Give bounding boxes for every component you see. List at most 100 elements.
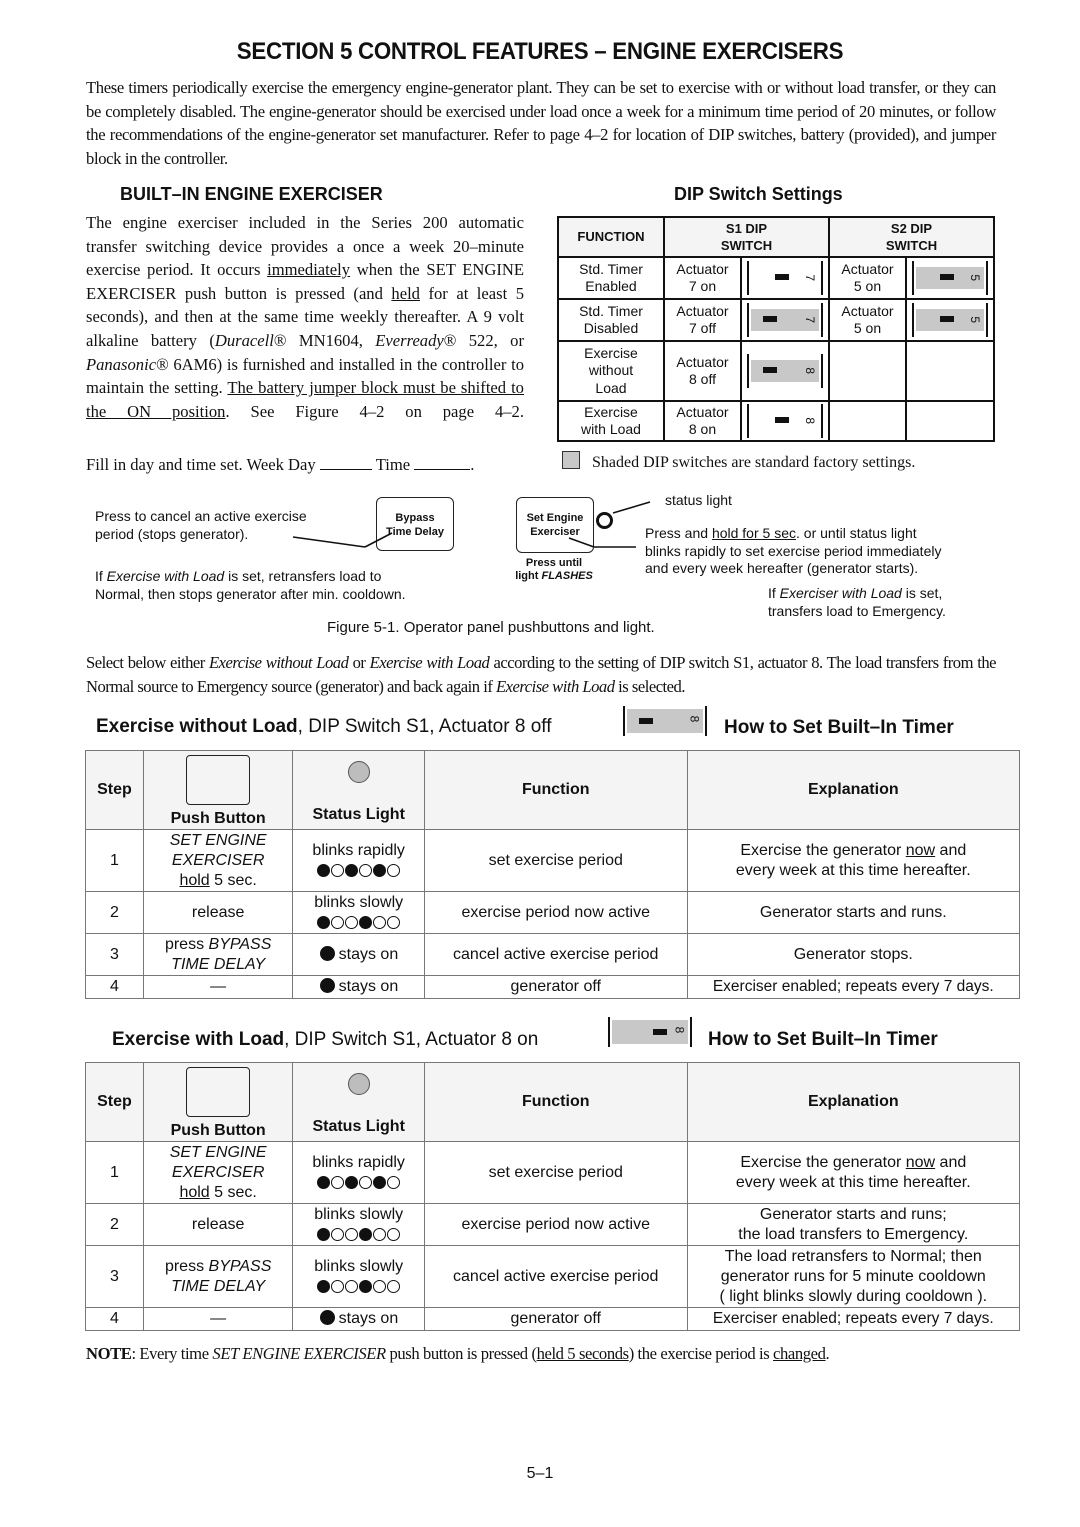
status-leader-line [612, 501, 651, 514]
s1-switch-cell: 8 [740, 340, 830, 402]
explanation-text: The load retransfers to Normal; then gene… [686, 1245, 1021, 1308]
function-text: generator off [423, 1307, 688, 1331]
set-engine-exerciser-button[interactable]: Set Engine Exerciser [516, 497, 594, 553]
explanation-text: Generator stops. [686, 933, 1021, 976]
step-row: 4 — stays on generator off Exerciser ena… [85, 975, 1021, 999]
dip-row: Std. Timer Enabled Actuator 7 on 7 Actuator 5 … [557, 256, 995, 300]
s1-switch-cell: 7 [740, 256, 830, 300]
dip-legend: Shaded DIP switches are standard factory… [562, 451, 915, 472]
status-light-label: status light [665, 492, 732, 508]
dip-knob [940, 316, 954, 322]
without-load-heading: Exercise without Load, DIP Switch S1, Ac… [96, 716, 552, 737]
shaded-swatch-icon [562, 451, 580, 469]
dip-switch-table: FUNCTION S1 DIP SWITCH S2 DIP SWITCH Std. … [557, 216, 995, 442]
s1-actuator-label: Actuator 7 on [663, 256, 742, 300]
inline-dip-switch-8-off: 8 [623, 706, 707, 736]
col-push-button: Push Button [142, 750, 294, 830]
dip-switch-icon: 5 [912, 303, 988, 337]
dip-switch-icon: 7 [747, 303, 823, 337]
with-load-steps-table: Step Push Button Status Light Function E… [85, 1062, 1021, 1331]
status-light-state: blinks slowly [292, 1245, 425, 1308]
builtin-heading: BUILT–IN ENGINE EXERCISER [120, 184, 383, 204]
dip-switch-icon: 5 [912, 261, 988, 295]
solid-light-icon [319, 945, 335, 961]
push-button-action: press BYPASS TIME DELAY [142, 1245, 294, 1308]
push-button-action: SET ENGINE EXERCISER hold 5 sec. [142, 1141, 294, 1204]
push-button-action: release [142, 891, 294, 934]
col-explanation: Explanation [686, 1062, 1021, 1142]
dip-row: Exercise without Load Actuator 8 off 8 [557, 340, 995, 402]
actuator-number: 7 [803, 274, 818, 282]
dip-knob [940, 274, 954, 280]
function-text: set exercise period [423, 829, 688, 892]
push-button-action: — [142, 1307, 294, 1331]
actuator-number: 8 [803, 417, 818, 425]
s2-switch-cell: 5 [905, 256, 995, 300]
col-function: Function [423, 750, 688, 830]
dip-col-s2: S2 DIP SWITCH [828, 216, 995, 258]
step-number: 4 [85, 1307, 144, 1331]
inline-dip-switch-8-on: 8 [608, 1017, 692, 1047]
section-title: SECTION 5 CONTROL FEATURES – ENGINE EXER… [236, 38, 844, 65]
fill-in-line: Fill in day and time set. Week Day Time … [86, 455, 475, 474]
s1-switch-cell: 7 [740, 298, 830, 342]
status-light-state: stays on [292, 975, 425, 999]
dip-function: Std. Timer Disabled [557, 298, 665, 342]
dip-function: Exercise with Load [557, 400, 665, 442]
emphasis-held: held [391, 283, 420, 303]
explanation-text: Exercise the generator now and every week… [686, 1141, 1021, 1204]
step-row: 3 press BYPASS TIME DELAY blinks slowly c… [85, 1245, 1021, 1308]
howto-heading: How to Set Built–In Timer [708, 1029, 938, 1050]
dip-row: Exercise with Load Actuator 8 on 8 [557, 400, 995, 442]
status-light-icon [347, 1073, 370, 1095]
dip-function: Exercise without Load [557, 340, 665, 402]
solid-light-icon [319, 1310, 335, 1325]
status-light-state: blinks slowly [292, 891, 425, 934]
push-button-action: SET ENGINE EXERCISER hold 5 sec. [142, 829, 294, 892]
note-paragraph: NOTE: Every time SET ENGINE EXERCISER pu… [86, 1344, 830, 1363]
status-light-state: blinks slowly [292, 1203, 425, 1246]
dip-function: Std. Timer Enabled [557, 256, 665, 300]
explanation-text: Exercise the generator now and every week… [686, 829, 1021, 892]
dip-knob [775, 274, 789, 280]
dip-knob [763, 316, 777, 322]
push-button-action: press BYPASS TIME DELAY [142, 933, 294, 976]
step-row: 2 release blinks slowly exercise period … [85, 1203, 1021, 1246]
solid-light-icon [319, 978, 335, 993]
dip-col-function: FUNCTION [557, 216, 665, 258]
step-number: 1 [85, 1141, 144, 1204]
s2-empty-cell [828, 340, 907, 402]
with-load-heading: Exercise with Load, DIP Switch S1, Actua… [112, 1029, 539, 1050]
actuator-number: 5 [968, 274, 983, 282]
blink-pattern-icon [317, 862, 401, 878]
s1-actuator-label: Actuator 8 on [663, 400, 742, 442]
page-number: 5–1 [526, 1465, 554, 1482]
step-number: 3 [85, 933, 144, 976]
weekday-blank[interactable] [319, 468, 372, 470]
time-blank[interactable] [414, 468, 471, 470]
table-header-row: Step Push Button Status Light Function E… [85, 750, 1021, 830]
step-number: 4 [85, 975, 144, 999]
function-text: cancel active exercise period [423, 933, 688, 976]
col-status-light: Status Light [292, 750, 425, 830]
step-row: 1 SET ENGINE EXERCISER hold 5 sec. blinks … [85, 829, 1021, 892]
function-text: exercise period now active [423, 891, 688, 934]
actuator-number: 7 [803, 316, 818, 324]
col-step: Step [85, 1062, 144, 1142]
col-status-light: Status Light [292, 1062, 425, 1142]
figure-caption: Figure 5-1. Operator panel pushbuttons a… [327, 619, 655, 636]
function-text: cancel active exercise period [423, 1245, 688, 1308]
status-light-state: blinks rapidly [292, 1141, 425, 1204]
press-until-label: Press until light FLASHES [515, 557, 593, 582]
status-light-state: stays on [292, 933, 425, 976]
col-push-button: Push Button [142, 1062, 294, 1142]
push-button-action: — [142, 975, 294, 999]
dip-col-s1: S1 DIP SWITCH [663, 216, 830, 258]
s2-switch-cell: 5 [905, 298, 995, 342]
step-row: 3 press BYPASS TIME DELAY stays on cancel… [85, 933, 1021, 976]
select-paragraph: Select below either Exercise without Loa… [86, 653, 997, 696]
table-header-row: Step Push Button Status Light Function E… [85, 1062, 1021, 1142]
status-light-state: stays on [292, 1307, 425, 1331]
bypass-time-delay-button[interactable]: Bypass Time Delay [376, 497, 454, 551]
bypass-callout: Press to cancel an active exercise period… [95, 508, 307, 542]
